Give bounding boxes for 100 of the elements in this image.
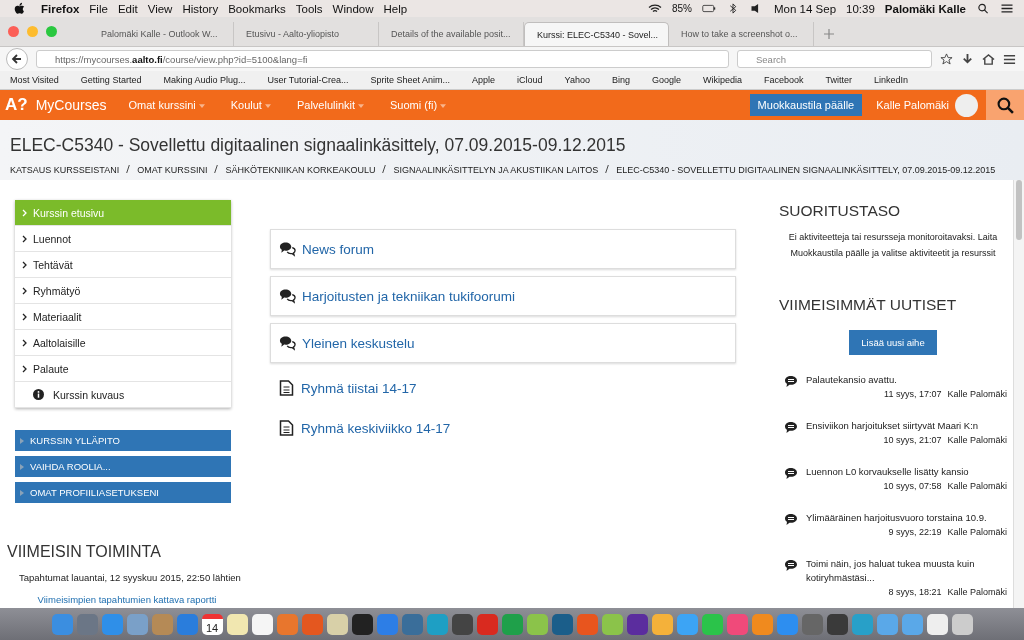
course-nav-item[interactable]: Materiaalit [15, 304, 231, 330]
browser-tab[interactable]: Etusivu - Aalto-yliopisto [234, 22, 379, 46]
forum-link[interactable]: Yleinen keskustelu [270, 323, 736, 363]
app-icon[interactable] [451, 613, 473, 635]
chevron-right-icon [22, 234, 27, 243]
collapsible-block[interactable]: VAIHDA ROOLIA... [15, 456, 231, 477]
bookmark-link[interactable]: User Tutorial-Crea... [267, 75, 349, 85]
browser-tab[interactable]: How to take a screenshot o... [669, 22, 814, 46]
bookmark-link[interactable]: Making Audio Plug... [163, 75, 246, 85]
section-heading: VIIMEISIN TOIMINTA [7, 543, 162, 561]
bookmark-link[interactable]: Google [651, 75, 681, 85]
breadcrumb-link[interactable]: SIGNAALINKÄSITTELYN JA AKUSTIIKAN LAITOS [393, 165, 599, 175]
search-icon[interactable] [976, 3, 990, 14]
search-button[interactable] [986, 90, 1024, 120]
home-icon[interactable] [982, 52, 995, 66]
app-icon[interactable] [326, 613, 348, 635]
app-icon[interactable] [651, 613, 673, 635]
calendar-app-icon[interactable]: 14 [201, 613, 223, 635]
news-author: Kalle Palomäki [947, 388, 1007, 401]
menubar-user[interactable]: Palomäki Kalle [884, 2, 966, 15]
app-icon[interactable] [826, 613, 848, 635]
battery-icon[interactable] [702, 3, 716, 14]
news-title-link[interactable]: Toimi näin, jos haluat tukea muusta kuin kotiryhmästäsi... [806, 557, 1007, 585]
activity-since-text: Tapahtumat lauantai, 12 syyskuu 2015, 22:50 lähtien [19, 572, 242, 583]
menu-item[interactable]: File [89, 2, 108, 15]
page-link[interactable]: Ryhmä keskiviikko 14-17 [270, 410, 767, 446]
browser-tab[interactable]: Kurssi: ELEC-C5340 - Sovel... [524, 22, 669, 46]
course-nav-item[interactable]: Palaute [15, 356, 231, 382]
chevron-right-icon [22, 364, 27, 373]
bookmark-link[interactable]: Wikipedia [703, 75, 742, 85]
app-icon[interactable] [226, 613, 248, 635]
menu-item[interactable]: History [182, 2, 219, 15]
bookmark-link[interactable]: Twitter [825, 75, 853, 85]
news-title-link[interactable]: Ensiviikon harjoitukset siirtyvät Maari K:n [806, 419, 1007, 433]
bookmark-link[interactable]: Getting Started [80, 75, 142, 85]
collapsible-block[interactable]: KURSSIN YLLÄPITO [15, 430, 231, 451]
breadcrumb-link[interactable]: OMAT KURSSINI [137, 165, 208, 175]
bookmark-link[interactable]: Bing [611, 75, 630, 85]
app-icon[interactable] [351, 613, 373, 635]
apple-logo-icon[interactable] [14, 2, 25, 15]
course-nav-item[interactable]: Kurssin kuvaus [15, 382, 231, 408]
bookmark-link[interactable]: Most Visited [10, 75, 59, 85]
avatar[interactable] [955, 93, 978, 117]
menu-item[interactable]: Tools [295, 2, 323, 15]
scrollbar[interactable] [1013, 180, 1024, 608]
close-window-icon[interactable] [8, 26, 19, 37]
menu-item[interactable]: Help [383, 2, 408, 15]
app-icon[interactable] [251, 613, 273, 635]
bookmark-link[interactable]: LinkedIn [874, 75, 909, 85]
zoom-window-icon[interactable] [46, 26, 57, 37]
list-icon[interactable] [1000, 3, 1014, 14]
edit-mode-button[interactable]: Muokkaustila päälle [749, 94, 863, 116]
news-date: 10 syys, 07:58 [883, 480, 942, 493]
breadcrumb-link[interactable]: SÄHKÖTEKNIIKAN KORKEAKOULU [225, 165, 376, 175]
add-topic-button[interactable]: Lisää uusi aihe [849, 330, 937, 355]
menu-item[interactable]: Edit [117, 2, 138, 15]
new-tab-button[interactable] [824, 29, 834, 39]
course-nav-item[interactable]: Tehtävät [15, 252, 231, 278]
collapsible-block[interactable]: OMAT PROFIILIASETUKSENI [15, 482, 231, 503]
search-field[interactable]: Search [737, 50, 932, 68]
forum-link[interactable]: Harjoitusten ja tekniikan tukifoorumi [270, 276, 736, 316]
menubar-time[interactable]: 10:39 [846, 2, 875, 15]
page-link[interactable]: Ryhmä tiistai 14-17 [270, 370, 767, 406]
minimize-window-icon[interactable] [27, 26, 38, 37]
report-link[interactable]: Viimeisimpien tapahtumien kattava raportti [37, 594, 217, 605]
news-title-link[interactable]: Luennon L0 korvaukselle lisätty kansio [806, 465, 1007, 479]
wifi-icon[interactable] [648, 3, 662, 14]
app-icon[interactable] [951, 613, 973, 635]
menubar-date[interactable]: Mon 14 Sep [774, 2, 837, 15]
breadcrumb-link[interactable]: ELEC-C5340 - SOVELLETTU DIGITAALINEN SIGNAALINKÄSITTELY, 07.09.2015-09.12.2015 [616, 165, 996, 175]
bookmark-link[interactable]: Sprite Sheet Anim... [370, 75, 451, 85]
app-icon[interactable] [626, 613, 648, 635]
chevron-right-icon [22, 208, 27, 217]
address-field[interactable]: https://mycourses.aalto.fi/course/view.php?id=5100&lang=fi [36, 50, 729, 68]
star-icon[interactable] [940, 52, 953, 66]
news-title-link[interactable]: Palautekansio avattu. [806, 373, 1007, 387]
menu-item[interactable]: Bookmarks [228, 2, 286, 15]
app-icon[interactable] [526, 613, 548, 635]
download-icon[interactable] [961, 52, 974, 66]
back-button[interactable] [6, 48, 28, 70]
news-title-link[interactable]: Ylimääräinen harjoitusvuoro torstaina 10.9. [806, 511, 1007, 525]
course-nav-item[interactable]: Luennot [15, 226, 231, 252]
breadcrumb-link[interactable]: KATSAUS KURSSEISTANI [10, 165, 120, 175]
menu-item[interactable]: Window [332, 2, 374, 15]
menu-icon[interactable] [1003, 52, 1016, 66]
app-menu[interactable]: Firefox [41, 2, 80, 15]
caret-icon [264, 104, 271, 109]
course-nav-item[interactable]: Ryhmätyö [15, 278, 231, 304]
course-nav-item[interactable]: Aaltolaisille [15, 330, 231, 356]
bookmark-link[interactable]: iCloud [517, 75, 543, 85]
forum-link[interactable]: News forum [270, 229, 736, 269]
app-icon[interactable] [551, 613, 573, 635]
app-icon[interactable] [601, 613, 623, 635]
bookmark-link[interactable]: Yahoo [564, 75, 590, 85]
menu-item[interactable]: View [147, 2, 173, 15]
bookmark-link[interactable]: Facebook [764, 75, 804, 85]
browser-tab[interactable]: Palomäki Kalle - Outlook W... [89, 22, 234, 46]
bookmark-link[interactable]: Apple [472, 75, 496, 85]
app-icon[interactable] [926, 613, 948, 635]
news-date: 8 syys, 18:21 [888, 586, 942, 599]
